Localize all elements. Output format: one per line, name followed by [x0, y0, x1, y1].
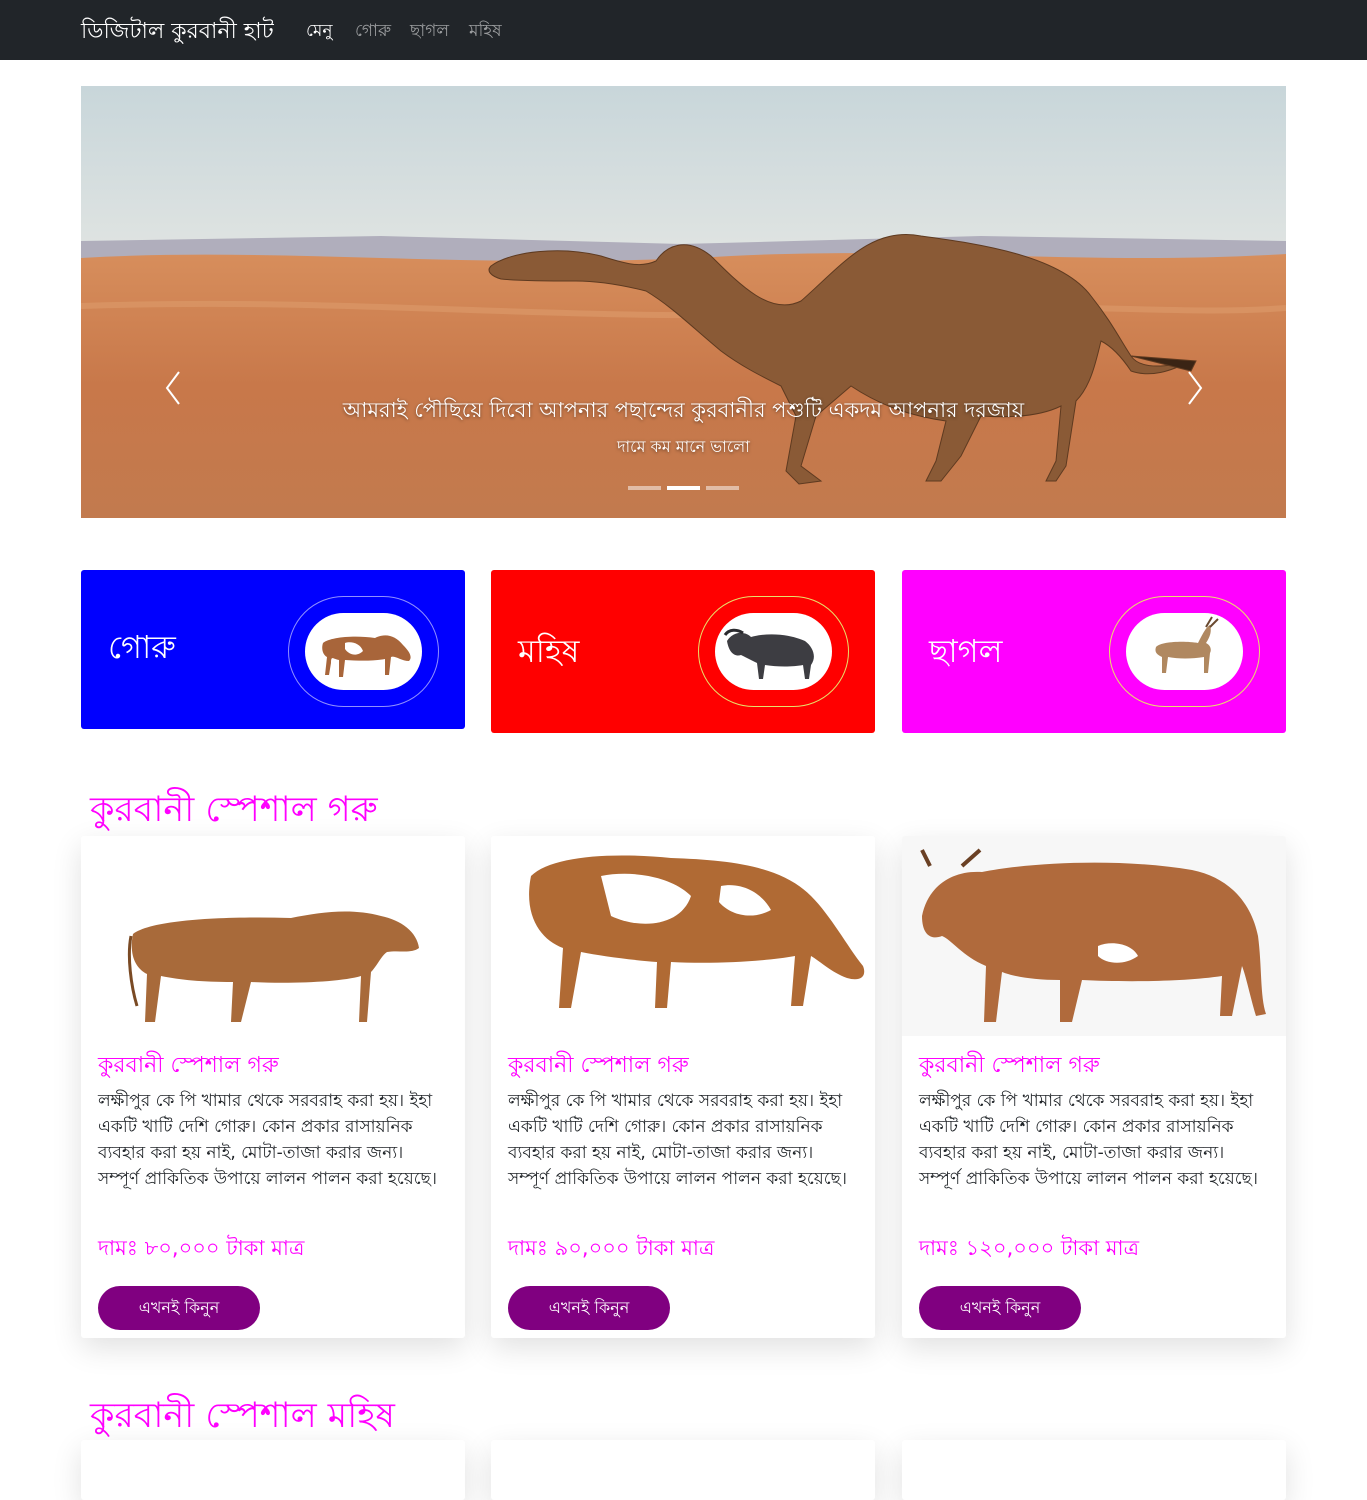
product-card: [81, 1440, 465, 1500]
category-image-ring: [1109, 596, 1260, 707]
carousel-indicator[interactable]: [628, 486, 661, 490]
product-card: [491, 1440, 875, 1500]
product-price: দামঃ ৯০,০০০ টাকা মাত্র: [508, 1236, 715, 1260]
carousel-caption-subtitle: দামে কম মানে ভালো: [617, 437, 750, 456]
section-title-cow: কুরবানী স্পেশাল গরু: [90, 790, 378, 830]
product-description: লক্ষীপুর কে পি খামার থেকে সরবরাহ করা হয়…: [98, 1091, 437, 1189]
hero-carousel: আমরাই পৌছিয়ে দিবো আপনার পছান্দের কুরবান…: [81, 86, 1286, 518]
product-card: কুরবানী স্পেশাল গরু লক্ষীপুর কে পি খামার…: [491, 836, 875, 1338]
cow-image: [81, 836, 465, 1036]
goat-icon: [1126, 613, 1243, 690]
category-image-ring: [698, 596, 849, 707]
nav-item-menu[interactable]: মেনু: [306, 18, 332, 46]
section-title-buffalo: কুরবানী স্পেশাল মহিষ: [90, 1396, 395, 1436]
buy-now-button[interactable]: এখনই কিনুন: [508, 1286, 670, 1330]
product-title: কুরবানী স্পেশাল গরু: [508, 1053, 689, 1078]
product-card: [902, 1440, 1286, 1500]
product-description: লক্ষীপুর কে পি খামার থেকে সরবরাহ করা হয়…: [919, 1091, 1258, 1189]
product-card: কুরবানী স্পেশাল গরু লক্ষীপুর কে পি খামার…: [902, 836, 1286, 1338]
cow-image: [902, 836, 1286, 1036]
category-label: ছাগল: [929, 632, 1003, 670]
product-title: কুরবানী স্পেশাল গরু: [919, 1053, 1100, 1078]
category-card-buffalo[interactable]: মহিষ: [491, 570, 875, 733]
cow-icon: [305, 613, 422, 690]
carousel-caption-title: আমরাই পৌছিয়ে দিবো আপনার পছান্দের কুরবান…: [342, 398, 1025, 422]
product-card: কুরবানী স্পেশাল গরু লক্ষীপুর কে পি খামার…: [81, 836, 465, 1338]
category-image-ring: [288, 596, 439, 707]
buffalo-icon: [715, 613, 832, 690]
category-label: গোরু: [108, 628, 176, 666]
product-price: দামঃ ১২০,০০০ টাকা মাত্র: [919, 1236, 1140, 1260]
category-label: মহিষ: [518, 632, 580, 670]
product-title: কুরবানী স্পেশাল গরু: [98, 1053, 279, 1078]
nav-item-buffalo[interactable]: মহিষ: [469, 18, 502, 46]
navbar: ডিজিটাল কুরবানী হাট মেনু গোরু ছাগল মহিষ: [0, 0, 1367, 60]
product-description: লক্ষীপুর কে পি খামার থেকে সরবরাহ করা হয়…: [508, 1091, 847, 1189]
product-price: দামঃ ৮০,০০০ টাকা মাত্র: [98, 1236, 305, 1260]
carousel-indicator-active[interactable]: [667, 486, 700, 490]
category-card-goat[interactable]: ছাগল: [902, 570, 1286, 733]
buy-now-button[interactable]: এখনই কিনুন: [919, 1286, 1081, 1330]
buy-now-button[interactable]: এখনই কিনুন: [98, 1286, 260, 1330]
cow-image: [491, 836, 875, 1036]
carousel-indicator[interactable]: [706, 486, 739, 490]
nav-item-cow[interactable]: গোরু: [355, 18, 391, 46]
nav-item-goat[interactable]: ছাগল: [410, 18, 449, 46]
navbar-brand[interactable]: ডিজিটাল কুরবানী হাট: [81, 14, 274, 51]
category-card-cow[interactable]: গোরু: [81, 570, 465, 729]
